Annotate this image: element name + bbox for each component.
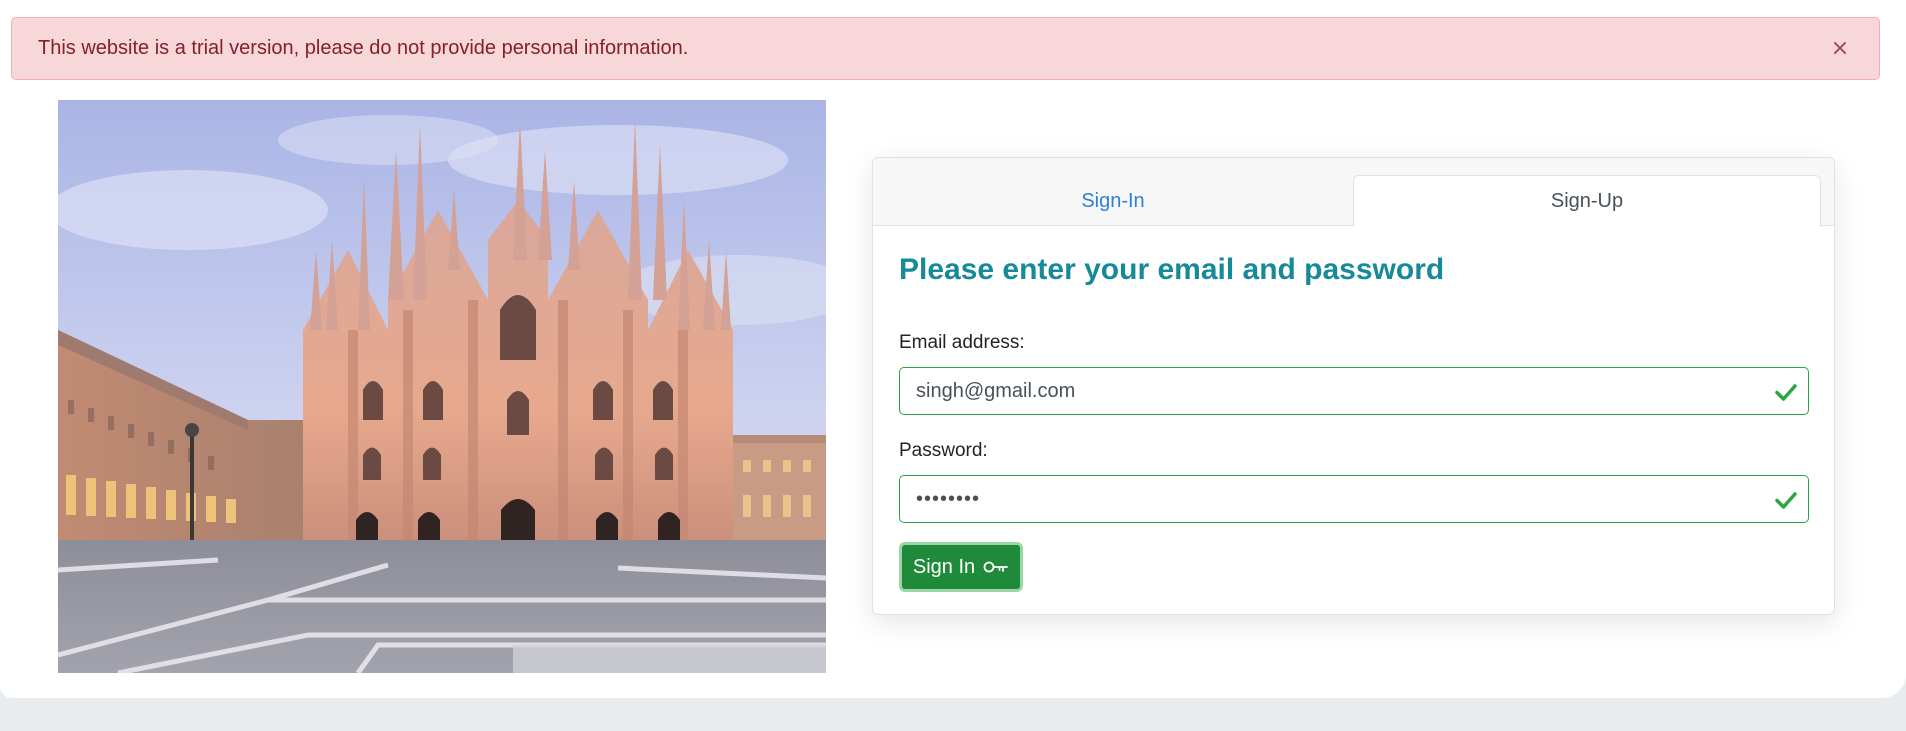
email-value: singh@gmail.com xyxy=(916,379,1076,402)
form-heading: Please enter your email and password xyxy=(899,253,1445,286)
auth-tabs: Sign-In Sign-Up xyxy=(873,158,1834,227)
alert-message: This website is a trial version, please … xyxy=(38,37,689,59)
password-field[interactable]: •••••••• xyxy=(899,475,1809,523)
key-icon xyxy=(983,561,1009,573)
password-value: •••••••• xyxy=(916,487,981,510)
auth-card: Sign-In Sign-Up Please enter your email … xyxy=(872,157,1835,615)
password-label: Password: xyxy=(899,440,988,461)
close-icon xyxy=(1834,42,1846,54)
email-field[interactable]: singh@gmail.com xyxy=(899,367,1809,415)
tab-sign-up[interactable]: Sign-Up xyxy=(1353,175,1821,227)
tab-sign-in[interactable]: Sign-In xyxy=(873,175,1353,227)
email-label: Email address: xyxy=(899,332,1025,353)
trial-alert: This website is a trial version, please … xyxy=(11,17,1880,80)
alert-close-button[interactable] xyxy=(1825,33,1855,63)
page: This website is a trial version, please … xyxy=(0,0,1906,698)
cathedral-photo xyxy=(58,100,826,673)
sign-in-label: Sign In xyxy=(912,555,976,578)
check-icon xyxy=(1775,384,1797,401)
sign-in-button[interactable]: Sign In xyxy=(899,542,1023,592)
check-icon xyxy=(1775,492,1797,509)
